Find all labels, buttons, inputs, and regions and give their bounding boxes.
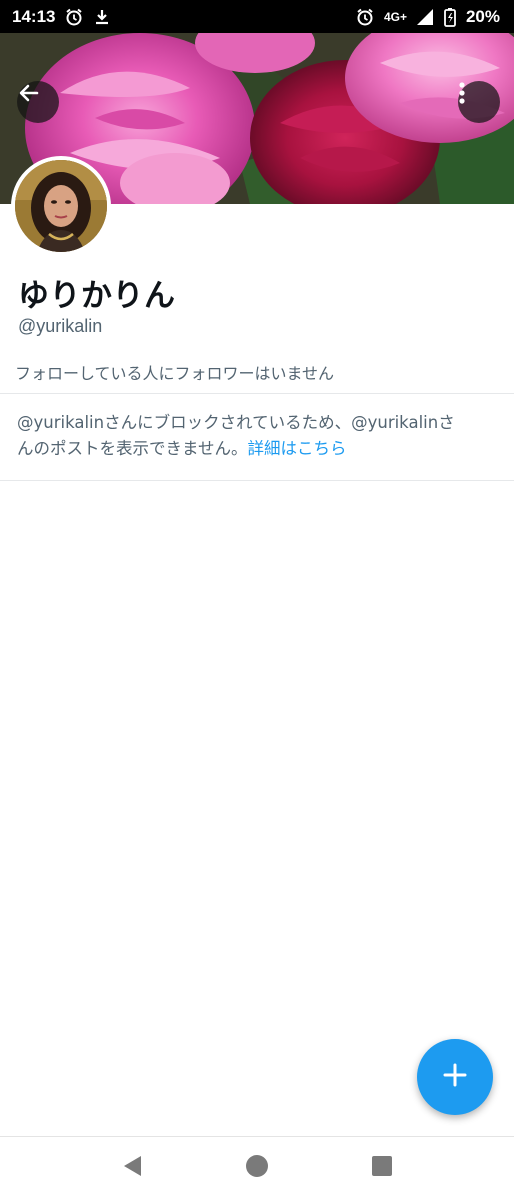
back-button[interactable] (17, 81, 59, 123)
home-circle-icon (245, 1154, 269, 1182)
alarm-icon (64, 7, 84, 27)
divider (0, 480, 514, 481)
learn-more-link[interactable]: 詳細はこちら (248, 439, 347, 458)
display-name: ゆりかりん (18, 278, 176, 314)
signal-icon (416, 8, 434, 26)
download-icon (93, 8, 111, 26)
status-bar-left: 14:13 (12, 7, 111, 27)
compose-post-button[interactable] (417, 1039, 493, 1115)
battery-percent: 20% (465, 6, 500, 26)
profile-screen: 14:13 4G+ 20% ゆりかりん @yurikalin フォローしている人… (0, 0, 514, 1199)
network-type: 4G+ (383, 9, 407, 24)
avatar-photo (15, 160, 107, 252)
blocked-notice-line1: @yurikalinさんにブロックされているため、@yurikalinさ (17, 413, 455, 432)
followers-you-know-note[interactable]: フォローしている人にフォロワーはいません (15, 360, 334, 384)
blocked-notice: @yurikalinさんにブロックされているため、@yurikalinさ んのポ… (17, 410, 499, 462)
blocked-notice-text: んのポストを表示できません。 (17, 439, 248, 458)
battery-charging-icon (443, 7, 457, 27)
alarm-icon (355, 7, 375, 27)
more-options-button[interactable] (458, 81, 500, 123)
avatar[interactable] (11, 156, 111, 256)
system-navigation-bar (0, 1136, 514, 1199)
status-time: 14:13 (12, 6, 56, 26)
status-bar-right: 4G+ 20% (355, 7, 500, 27)
recents-square-icon (371, 1155, 393, 1181)
status-bar: 14:13 4G+ 20% (0, 0, 514, 33)
plus-icon (441, 1061, 469, 1093)
divider (0, 393, 514, 394)
blocked-notice-line2: んのポストを表示できません。詳細はこちら (17, 436, 499, 462)
nav-recents-button[interactable] (362, 1148, 402, 1188)
nav-back-button[interactable] (112, 1148, 152, 1188)
nav-home-button[interactable] (237, 1148, 277, 1188)
user-handle: @yurikalin (18, 316, 103, 336)
back-triangle-icon (121, 1154, 143, 1182)
